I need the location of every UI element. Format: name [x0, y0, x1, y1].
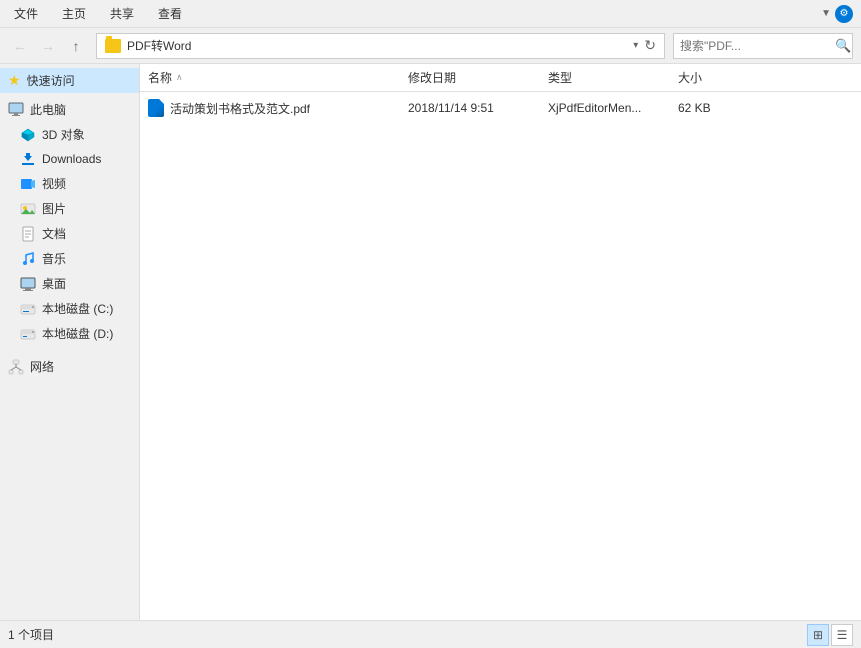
sidebar-item-desktop[interactable]: 桌面 [0, 271, 139, 296]
pictures-icon [20, 201, 36, 217]
nav-bar: ← → ↑ PDF转Word ▾ ↻ 🔍 [0, 28, 861, 64]
music-icon [20, 251, 36, 267]
sidebar-label-3d-objects: 3D 对象 [42, 126, 85, 143]
search-input[interactable] [680, 39, 835, 53]
file-list: 活动策划书格式及范文.pdf 2018/11/14 9:51 XjPdfEdit… [140, 92, 861, 620]
view-buttons: ⊞ ☰ [807, 624, 853, 646]
sidebar-item-pictures[interactable]: 图片 [0, 196, 139, 221]
main-area: ★ 快速访问 此电脑 3D 对象 [0, 64, 861, 620]
sidebar-item-this-pc[interactable]: 此电脑 [0, 97, 139, 122]
sidebar-label-videos: 视频 [42, 175, 66, 192]
file-size-cell: 62 KB [678, 101, 758, 115]
sidebar-label-downloads: Downloads [42, 152, 101, 166]
file-name-cell: 活动策划书格式及范文.pdf [148, 99, 408, 117]
desktop-icon [20, 276, 36, 292]
sidebar-item-documents[interactable]: 文档 [0, 221, 139, 246]
sidebar: ★ 快速访问 此电脑 3D 对象 [0, 64, 140, 620]
column-headers: 名称 ∧ 修改日期 类型 大小 [140, 64, 861, 92]
forward-button[interactable]: → [36, 34, 60, 58]
file-type-cell: XjPdfEditorMen... [548, 101, 678, 115]
back-button[interactable]: ← [8, 34, 32, 58]
file-date-cell: 2018/11/14 9:51 [408, 101, 548, 115]
3d-icon [20, 127, 36, 143]
video-icon [20, 176, 36, 192]
file-name: 活动策划书格式及范文.pdf [170, 100, 310, 117]
view-list-button[interactable]: ☰ [831, 624, 853, 646]
menu-file[interactable]: 文件 [8, 3, 44, 24]
network-icon [8, 359, 24, 375]
computer-icon [8, 102, 24, 118]
sidebar-label-quick-access: 快速访问 [27, 72, 75, 89]
menu-share[interactable]: 共享 [104, 3, 140, 24]
sidebar-item-3d-objects[interactable]: 3D 对象 [0, 122, 139, 147]
star-icon: ★ [8, 72, 21, 89]
drive-c-icon [20, 301, 36, 317]
status-bar: 1 个项目 ⊞ ☰ [0, 620, 861, 648]
status-count: 1 个项目 [8, 626, 54, 643]
menu-bar: 文件 主页 共享 查看 ▼ ⚙ [0, 0, 861, 28]
search-bar[interactable]: 🔍 [673, 33, 853, 59]
up-button[interactable]: ↑ [64, 34, 88, 58]
sidebar-label-drive-d: 本地磁盘 (D:) [42, 325, 113, 342]
sidebar-item-drive-c[interactable]: 本地磁盘 (C:) [0, 296, 139, 321]
sidebar-label-pictures: 图片 [42, 200, 66, 217]
sidebar-label-this-pc: 此电脑 [30, 101, 66, 118]
settings-icon[interactable]: ⚙ [835, 5, 853, 23]
xjpdf-icon [148, 99, 164, 117]
refresh-button[interactable]: ↻ [644, 37, 656, 54]
col-header-name[interactable]: 名称 ∧ [148, 69, 408, 86]
sidebar-item-drive-d[interactable]: 本地磁盘 (D:) [0, 321, 139, 346]
collapse-ribbon-icon[interactable]: ▼ [821, 8, 831, 19]
documents-icon [20, 226, 36, 242]
menu-view[interactable]: 查看 [152, 3, 188, 24]
sidebar-label-music: 音乐 [42, 250, 66, 267]
sidebar-item-videos[interactable]: 视频 [0, 171, 139, 196]
sort-arrow-icon: ∧ [176, 72, 183, 83]
menu-home[interactable]: 主页 [56, 3, 92, 24]
sidebar-label-desktop: 桌面 [42, 275, 66, 292]
sidebar-label-drive-c: 本地磁盘 (C:) [42, 300, 113, 317]
folder-icon [105, 39, 121, 53]
breadcrumb-bar[interactable]: PDF转Word ▾ ↻ [96, 33, 665, 59]
content-area: 名称 ∧ 修改日期 类型 大小 活动策划书格式及范文.pdf [140, 64, 861, 620]
sidebar-item-network[interactable]: 网络 [0, 354, 139, 379]
download-icon [20, 151, 36, 167]
table-row[interactable]: 活动策划书格式及范文.pdf 2018/11/14 9:51 XjPdfEdit… [140, 94, 861, 122]
breadcrumb-dropdown-icon[interactable]: ▾ [633, 40, 638, 51]
col-header-size[interactable]: 大小 [678, 69, 758, 86]
col-header-date[interactable]: 修改日期 [408, 69, 548, 86]
sidebar-label-documents: 文档 [42, 225, 66, 242]
search-icon[interactable]: 🔍 [835, 38, 851, 54]
view-grid-button[interactable]: ⊞ [807, 624, 829, 646]
current-path: PDF转Word [127, 37, 629, 54]
sidebar-item-quick-access[interactable]: ★ 快速访问 [0, 68, 139, 93]
sidebar-item-music[interactable]: 音乐 [0, 246, 139, 271]
sidebar-label-network: 网络 [30, 358, 54, 375]
sidebar-item-downloads[interactable]: Downloads [0, 147, 139, 171]
col-header-type[interactable]: 类型 [548, 69, 678, 86]
drive-d-icon [20, 326, 36, 342]
